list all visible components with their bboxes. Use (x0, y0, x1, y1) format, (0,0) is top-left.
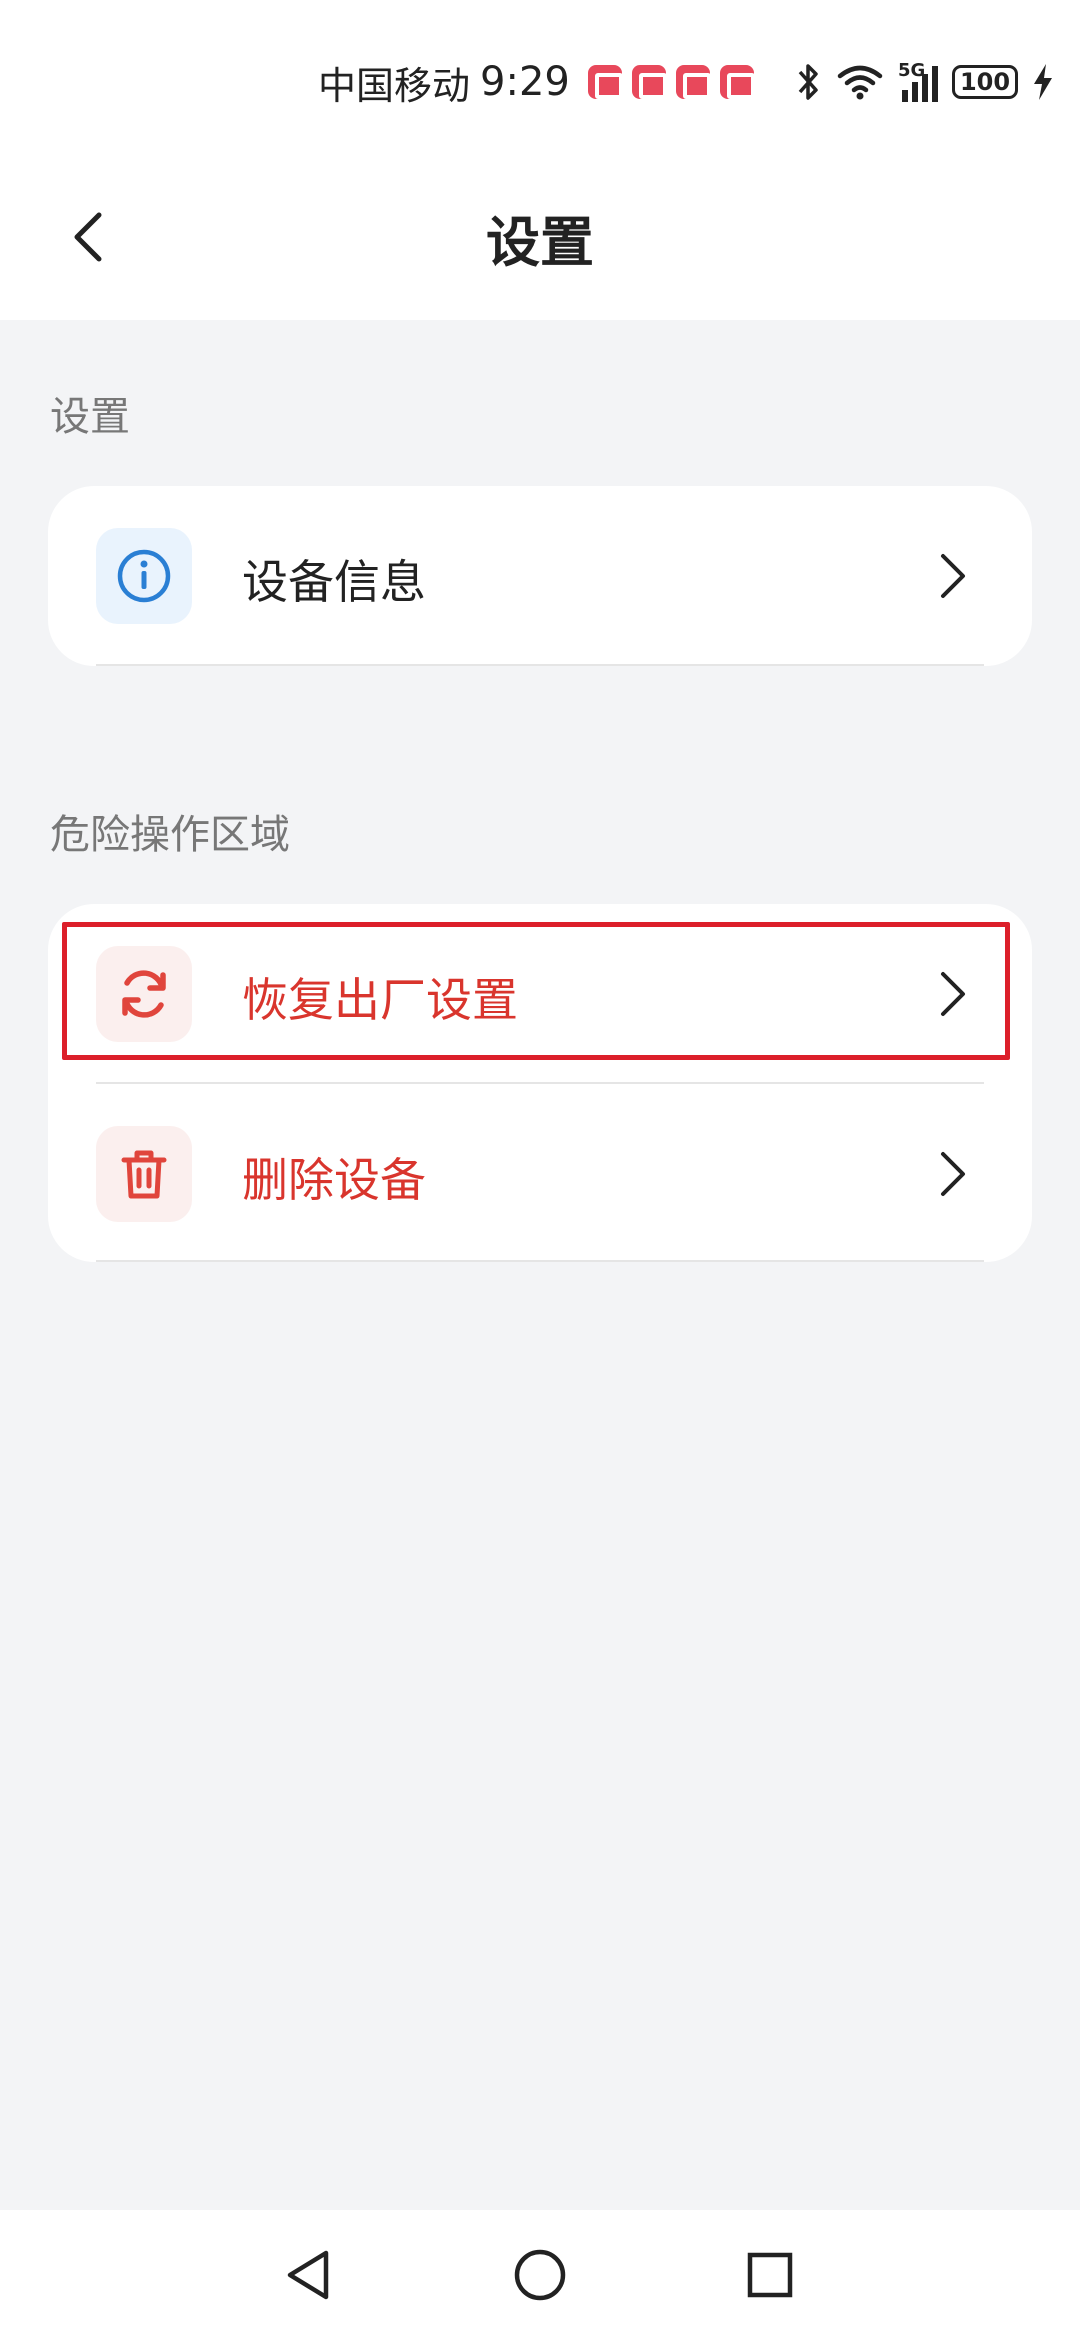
network-type: 5G (898, 60, 926, 81)
clock: 9:29 (480, 59, 570, 105)
delete-device-label: 删除设备 (242, 1153, 426, 1207)
circle-home-icon (514, 2249, 566, 2301)
delete-device-row[interactable]: 删除设备 (48, 1084, 1032, 1264)
refresh-icon (122, 970, 166, 1018)
nav-home-button[interactable] (500, 2235, 580, 2315)
battery-icon: 100 (952, 65, 1018, 99)
device-info-row[interactable]: 设备信息 (48, 486, 1032, 666)
system-nav-bar (0, 2210, 1080, 2340)
device-info-label: 设备信息 (242, 555, 426, 609)
factory-reset-row[interactable]: 恢复出厂设置 (48, 904, 1032, 1084)
page-title: 设置 (486, 211, 594, 274)
factory-reset-label: 恢复出厂设置 (242, 973, 518, 1027)
chevron-right-icon (916, 540, 988, 612)
trash-icon (121, 1150, 167, 1199)
settings-card: 设备信息 (48, 486, 1032, 666)
section-label-danger-zone: 危险操作区域 (50, 812, 290, 858)
status-bar: 中国移动 9:29 5G 100 (0, 0, 1080, 160)
header: 设置 (0, 160, 1080, 320)
battery-level: 100 (959, 68, 1011, 96)
nav-back-button[interactable] (268, 2235, 348, 2315)
nav-recents-button[interactable] (730, 2235, 810, 2315)
status-left: 中国移动 9:29 (318, 54, 755, 110)
info-icon-box (96, 528, 192, 624)
carrier-name: 中国移动 (318, 63, 471, 108)
danger-card: 恢复出厂设置 删除设备 (48, 904, 1032, 1262)
notification-icon (631, 65, 667, 99)
signal-icon: 5G (898, 60, 938, 102)
notification-icon (719, 65, 755, 99)
bluetooth-icon (798, 64, 818, 100)
divider (96, 1260, 984, 1262)
notification-icon (587, 65, 623, 99)
trash-icon-box (96, 1126, 192, 1222)
chevron-right-icon (916, 1138, 988, 1210)
section-label-settings: 设置 (50, 394, 130, 440)
wifi-icon (837, 65, 883, 100)
status-right: 5G 100 (796, 54, 1054, 110)
divider (96, 664, 984, 666)
chevron-right-icon (916, 958, 988, 1030)
info-icon (117, 549, 171, 603)
refresh-icon-box (96, 946, 192, 1042)
notification-icon (675, 65, 711, 99)
charging-icon (1034, 64, 1052, 100)
square-recents-icon (747, 2252, 793, 2298)
triangle-back-icon (287, 2250, 329, 2300)
